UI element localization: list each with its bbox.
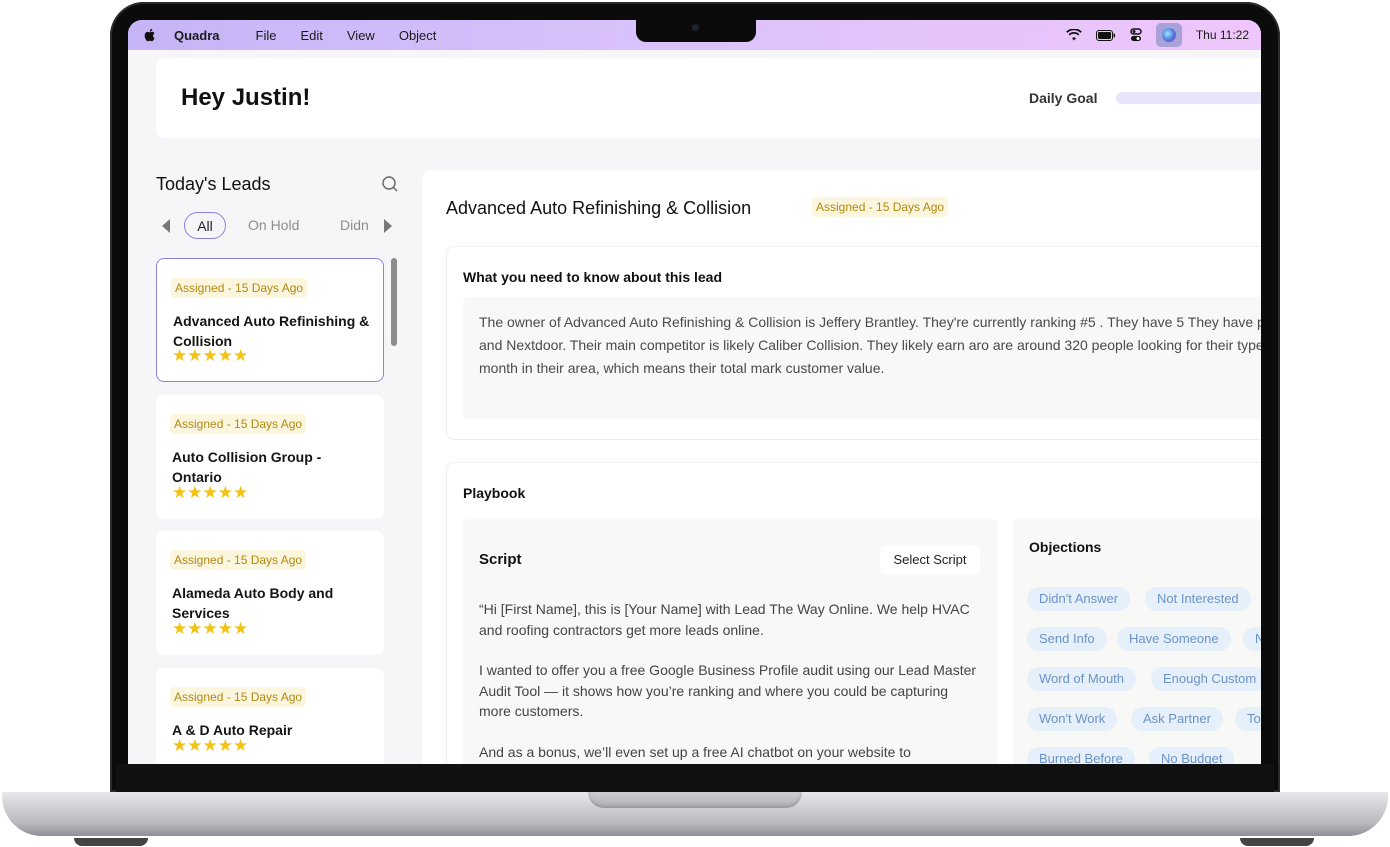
- objection-tag[interactable]: Send Info: [1027, 627, 1107, 651]
- playbook-card: Playbook Script Select Script “Hi [First…: [446, 462, 1261, 764]
- lead-info-text: The owner of Advanced Auto Refinishing &…: [479, 314, 1261, 376]
- filter-tabs: All On Hold Didn: [158, 212, 398, 240]
- filter-on-hold[interactable]: On Hold: [248, 217, 299, 233]
- menu-clock[interactable]: Thu 11:22: [1196, 28, 1249, 42]
- objection-tag[interactable]: Have Someone: [1117, 627, 1231, 651]
- leads-title: Today's Leads: [156, 174, 271, 194]
- menu-file[interactable]: File: [256, 28, 277, 43]
- assigned-badge: Assigned - 15 Days Ago: [812, 197, 949, 217]
- lead-name: Advanced Auto Refinishing & Collision: [173, 313, 370, 349]
- lead-name: Auto Collision Group - Ontario: [172, 449, 322, 485]
- assigned-badge: Assigned - 15 Days Ago: [170, 414, 307, 434]
- battery-icon[interactable]: [1095, 29, 1116, 41]
- script-text: “Hi [First Name], this is [Your Name] wi…: [479, 599, 979, 764]
- header-card: Hey Justin! Daily Goal: [156, 58, 1261, 138]
- camera-dot: [692, 24, 699, 31]
- menu-edit[interactable]: Edit: [300, 28, 322, 43]
- select-script-button[interactable]: Select Script: [880, 545, 980, 575]
- objections-panel: Objections Didn't Answer Not Interested …: [1013, 519, 1261, 764]
- daily-goal-label: Daily Goal: [1029, 90, 1098, 106]
- greeting: Hey Justin!: [181, 84, 311, 111]
- control-center-icon[interactable]: [1130, 28, 1142, 42]
- assigned-badge: Assigned - 15 Days Ago: [170, 550, 307, 570]
- search-icon[interactable]: [381, 175, 399, 193]
- script-paragraph: And as a bonus, we’ll even set up a free…: [479, 743, 911, 760]
- status-area: Thu 11:22: [1066, 20, 1249, 50]
- apple-icon[interactable]: [142, 27, 158, 43]
- objection-tag[interactable]: Word of Mouth: [1027, 667, 1137, 691]
- laptop-foot-right: [1240, 838, 1314, 846]
- objection-tag[interactable]: Ask Partner: [1131, 707, 1223, 731]
- objection-tag[interactable]: Didn't Answer: [1027, 587, 1131, 611]
- objection-tag[interactable]: To: [1235, 707, 1261, 731]
- lead-detail-title: Advanced Auto Refinishing & Collision: [446, 198, 752, 218]
- objection-tag[interactable]: Won't Work: [1027, 707, 1118, 731]
- assigned-badge: Assigned - 15 Days Ago: [171, 278, 308, 298]
- menu-view[interactable]: View: [347, 28, 375, 43]
- script-paragraph: I wanted to offer you a free Google Busi…: [479, 662, 977, 719]
- objection-tag[interactable]: No Budget: [1149, 747, 1235, 764]
- laptop-foot-left: [74, 838, 148, 846]
- script-title: Script: [479, 551, 522, 568]
- app-name[interactable]: Quadra: [174, 28, 220, 43]
- screen: Quadra File Edit View Object Thu 11:22 H…: [128, 20, 1261, 764]
- chevron-right-icon[interactable]: [384, 219, 392, 233]
- rating-stars: ★★★★★: [172, 736, 249, 756]
- objection-tag[interactable]: N: [1243, 627, 1261, 651]
- objection-tag[interactable]: Not Interested: [1145, 587, 1251, 611]
- objection-tag[interactable]: Enough Custom: [1151, 667, 1261, 691]
- rating-stars: ★★★★★: [172, 619, 249, 639]
- script-paragraph: “Hi [First Name], this is [Your Name] wi…: [479, 601, 970, 638]
- daily-goal-progress: [1116, 92, 1261, 104]
- laptop-base-notch: [588, 792, 802, 808]
- lead-detail-panel: Advanced Auto Refinishing & Collision As…: [422, 170, 1261, 764]
- leads-scrollbar[interactable]: [391, 258, 397, 346]
- laptop-chin: [116, 764, 1274, 792]
- lead-info-title: What you need to know about this lead: [463, 269, 723, 285]
- siri-icon[interactable]: [1155, 23, 1182, 47]
- filter-didnt-answer[interactable]: Didn: [340, 217, 372, 233]
- filter-all[interactable]: All: [184, 212, 226, 239]
- objections-title: Objections: [1029, 539, 1102, 555]
- rating-stars: ★★★★★: [172, 483, 249, 503]
- lead-info-card: What you need to know about this lead Th…: [446, 246, 1261, 440]
- lead-name: Alameda Auto Body and Services: [172, 585, 334, 621]
- wifi-icon[interactable]: [1066, 29, 1082, 41]
- menu-object[interactable]: Object: [399, 28, 437, 43]
- menu-bar: Quadra File Edit View Object Thu 11:22: [128, 20, 1261, 50]
- rating-stars: ★★★★★: [172, 346, 249, 366]
- lead-info-body: The owner of Advanced Auto Refinishing &…: [463, 297, 1261, 419]
- objection-tag[interactable]: Burned Before: [1027, 747, 1135, 764]
- chevron-left-icon[interactable]: [162, 219, 170, 233]
- playbook-title: Playbook: [463, 485, 526, 501]
- script-panel: Script Select Script “Hi [First Name], t…: [463, 519, 997, 764]
- assigned-badge: Assigned - 15 Days Ago: [170, 687, 307, 707]
